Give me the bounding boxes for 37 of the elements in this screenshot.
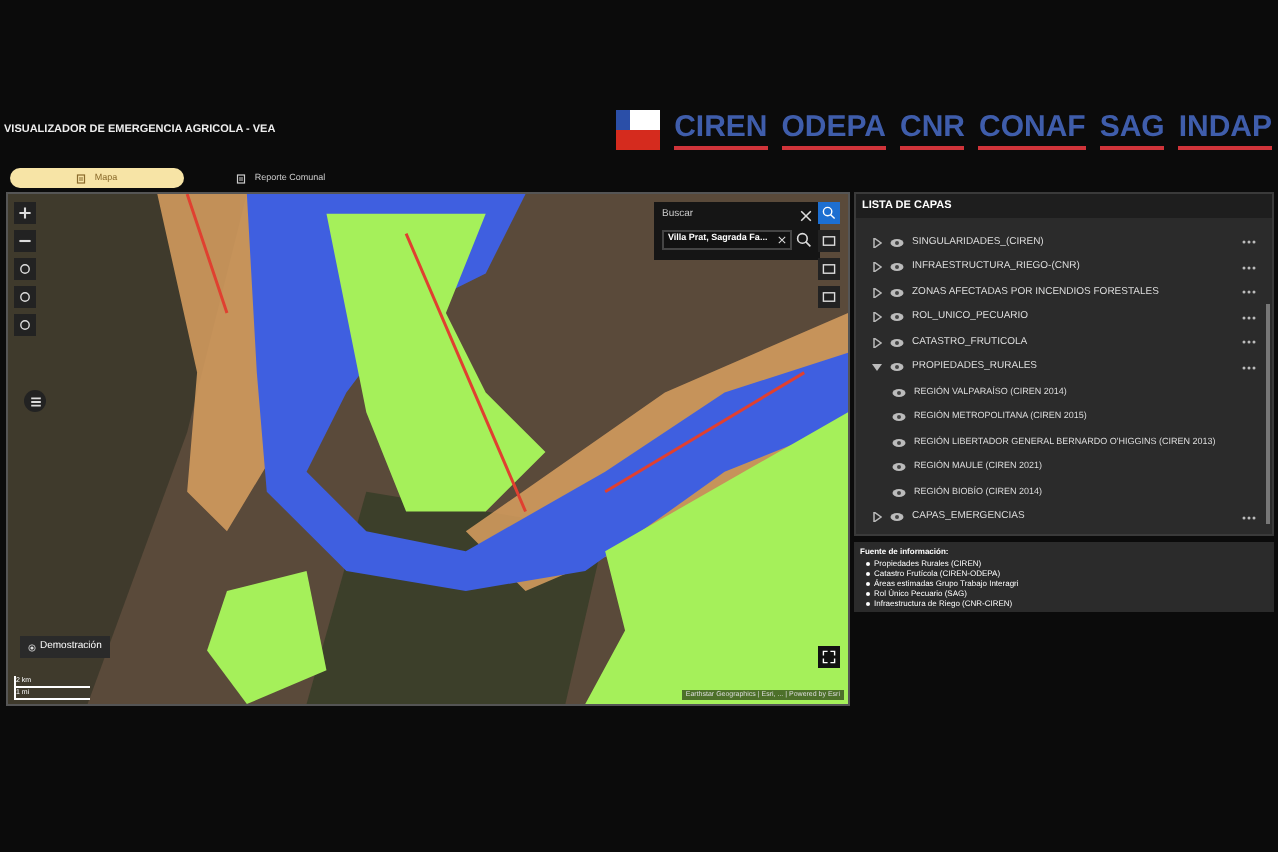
eye-icon[interactable]	[890, 312, 904, 323]
document-icon	[236, 173, 247, 183]
eye-icon[interactable]	[892, 412, 906, 423]
caret-right-icon[interactable]	[872, 512, 882, 523]
caret-down-icon[interactable]	[872, 362, 882, 373]
caret-right-icon[interactable]	[872, 337, 882, 348]
more-icon[interactable]	[1242, 265, 1256, 270]
fullscreen-icon[interactable]	[818, 646, 840, 668]
eye-icon[interactable]	[890, 362, 904, 373]
zoom-in-icon[interactable]	[14, 202, 36, 224]
search-icon[interactable]	[796, 231, 812, 247]
caret-right-icon[interactable]	[872, 287, 882, 298]
eye-icon[interactable]	[892, 462, 906, 473]
scrollbar[interactable]	[1266, 304, 1270, 524]
eye-icon[interactable]	[890, 237, 904, 248]
close-icon[interactable]	[800, 209, 812, 222]
clear-icon[interactable]	[778, 235, 786, 243]
eye-icon[interactable]	[890, 337, 904, 348]
more-icon[interactable]	[1242, 290, 1256, 295]
caret-right-icon[interactable]	[872, 312, 882, 323]
more-icon[interactable]	[1242, 365, 1256, 370]
eye-icon[interactable]	[892, 437, 906, 448]
flag-logo-icon	[616, 110, 661, 150]
eye-icon[interactable]	[892, 387, 906, 398]
more-icon[interactable]	[1242, 340, 1256, 345]
eye-icon[interactable]	[890, 512, 904, 523]
more-icon[interactable]	[1242, 240, 1256, 245]
eye-icon[interactable]	[890, 287, 904, 298]
more-icon[interactable]	[1242, 515, 1256, 520]
caret-right-icon[interactable]	[872, 237, 882, 248]
document-icon	[76, 173, 87, 183]
caret-right-icon[interactable]	[872, 262, 882, 273]
zoom-out-icon[interactable]	[14, 230, 36, 252]
more-icon[interactable]	[1242, 315, 1256, 320]
radio-icon	[28, 643, 36, 651]
eye-icon[interactable]	[890, 262, 904, 273]
eye-icon[interactable]	[892, 487, 906, 498]
